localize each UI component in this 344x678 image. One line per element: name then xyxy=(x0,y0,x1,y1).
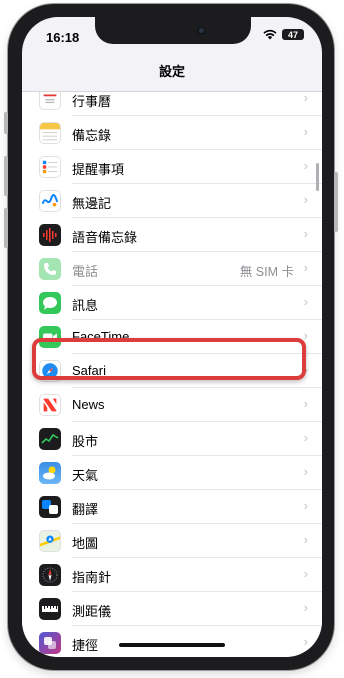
voice-memos-icon xyxy=(39,224,61,246)
row-messages[interactable]: 訊息 › xyxy=(22,286,322,320)
side-button-left xyxy=(4,112,8,134)
row-reminders[interactable]: 提醒事項 › xyxy=(22,150,322,184)
row-label: 捷徑 xyxy=(72,638,99,653)
scrollbar[interactable] xyxy=(316,163,319,191)
compass-icon xyxy=(39,564,61,586)
row-label: 電話 xyxy=(72,264,99,279)
notes-icon xyxy=(39,122,61,144)
maps-icon xyxy=(39,530,61,552)
chevron-right-icon: › xyxy=(303,634,308,649)
row-label: Safari xyxy=(72,363,106,378)
row-stocks[interactable]: 股市 › xyxy=(22,422,322,456)
home-indicator[interactable] xyxy=(119,643,225,647)
row-label: 測距儀 xyxy=(72,604,112,619)
camera-icon xyxy=(197,26,206,35)
chevron-right-icon: › xyxy=(303,430,308,445)
chevron-right-icon: › xyxy=(303,566,308,581)
wifi-icon xyxy=(263,29,277,40)
row-calendar[interactable]: 行事曆 › xyxy=(22,91,322,116)
row-label: News xyxy=(72,397,105,412)
row-label: 翻譯 xyxy=(72,502,99,517)
row-safari[interactable]: Safari › xyxy=(22,354,322,388)
chevron-right-icon: › xyxy=(303,260,308,275)
row-label: 無邊記 xyxy=(72,196,112,211)
measure-icon xyxy=(39,598,61,620)
row-label: 語音備忘錄 xyxy=(72,230,138,245)
row-label: 備忘錄 xyxy=(72,128,112,143)
facetime-icon xyxy=(39,326,61,348)
row-freeform[interactable]: 無邊記 › xyxy=(22,184,322,218)
row-label: 提醒事項 xyxy=(72,162,125,177)
row-compass[interactable]: 指南針 › xyxy=(22,558,322,592)
screen: 16:18 47 設定 行事曆 › 備忘錄 › 提醒事項 › 無邊記 › 語音備… xyxy=(22,17,322,657)
power-button xyxy=(334,172,338,232)
row-label: 訊息 xyxy=(72,298,99,313)
reminders-icon xyxy=(39,156,61,178)
chevron-right-icon: › xyxy=(303,192,308,207)
row-weather[interactable]: 天氣 › xyxy=(22,456,322,490)
row-translate[interactable]: 翻譯 › xyxy=(22,490,322,524)
chevron-right-icon: › xyxy=(303,396,308,411)
row-news[interactable]: News › xyxy=(22,388,322,422)
row-label: 地圖 xyxy=(72,536,99,551)
phone-icon xyxy=(39,258,61,280)
news-icon xyxy=(39,394,61,416)
chevron-right-icon: › xyxy=(303,294,308,309)
row-shortcuts[interactable]: 捷徑 › xyxy=(22,626,322,657)
stocks-icon xyxy=(39,428,61,450)
safari-icon xyxy=(39,360,61,382)
row-voice-memos[interactable]: 語音備忘錄 › xyxy=(22,218,322,252)
row-phone[interactable]: 電話 無 SIM 卡 › xyxy=(22,252,322,286)
chevron-right-icon: › xyxy=(303,600,308,615)
chevron-right-icon: › xyxy=(303,226,308,241)
weather-icon xyxy=(39,462,61,484)
calendar-icon xyxy=(39,92,61,110)
chevron-right-icon: › xyxy=(303,328,308,343)
row-maps[interactable]: 地圖 › xyxy=(22,524,322,558)
row-label: 指南針 xyxy=(72,570,112,585)
status-icons: 47 xyxy=(263,29,304,40)
battery-icon: 47 xyxy=(282,29,304,40)
row-notes[interactable]: 備忘錄 › xyxy=(22,116,322,150)
chevron-right-icon: › xyxy=(303,124,308,139)
translate-icon xyxy=(39,496,61,518)
shortcuts-icon xyxy=(39,632,61,654)
freeform-icon xyxy=(39,190,61,212)
page-title: 設定 xyxy=(158,64,185,79)
settings-list: 行事曆 › 備忘錄 › 提醒事項 › 無邊記 › 語音備忘錄 › 電話 無 SI… xyxy=(22,91,322,657)
row-facetime[interactable]: FaceTime › xyxy=(22,320,322,354)
chevron-right-icon: › xyxy=(303,532,308,547)
status-time: 16:18 xyxy=(46,30,80,45)
row-label: 天氣 xyxy=(72,468,99,483)
row-label: 股市 xyxy=(72,434,99,449)
chevron-right-icon: › xyxy=(303,362,308,377)
row-measure[interactable]: 測距儀 › xyxy=(22,592,322,626)
sim-status-value: 無 SIM 卡 xyxy=(239,265,294,279)
volume-up-button xyxy=(4,156,8,196)
messages-icon xyxy=(39,292,61,314)
chevron-right-icon: › xyxy=(303,91,308,105)
row-label: FaceTime xyxy=(72,329,130,344)
chevron-right-icon: › xyxy=(303,498,308,513)
row-label: 行事曆 xyxy=(72,94,112,109)
chevron-right-icon: › xyxy=(303,464,308,479)
volume-down-button xyxy=(4,208,8,248)
chevron-right-icon: › xyxy=(303,158,308,173)
notch xyxy=(95,17,251,44)
